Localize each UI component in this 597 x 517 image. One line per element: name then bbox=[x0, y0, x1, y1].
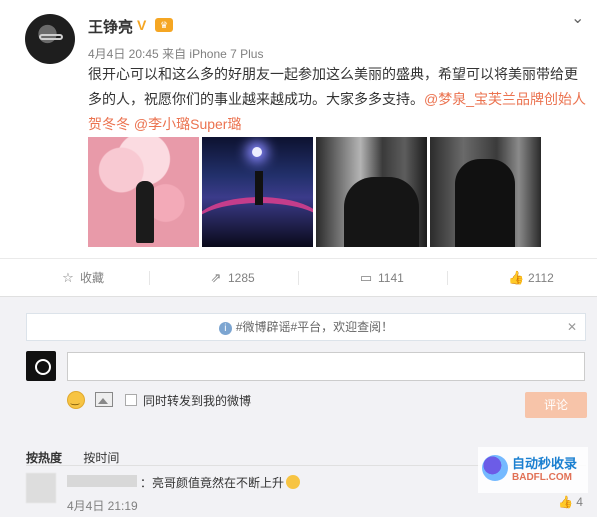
action-divider bbox=[447, 271, 448, 285]
repost-icon: ⇗ bbox=[210, 270, 222, 285]
tab-sort-hot[interactable]: 按热度 bbox=[26, 451, 62, 465]
photo-figure bbox=[136, 181, 154, 243]
post-action-bar: ☆ 收藏 ⇗ 1285 ▭ 1141 👍 2112 bbox=[0, 258, 597, 296]
repost-checkbox[interactable] bbox=[125, 394, 137, 406]
my-avatar[interactable] bbox=[26, 351, 56, 381]
action-divider bbox=[149, 271, 150, 285]
comment-icon: ▭ bbox=[359, 270, 373, 285]
post-date[interactable]: 4月4日 20:45 bbox=[88, 47, 159, 61]
comment-like-button[interactable]: 👍 4 bbox=[558, 495, 583, 509]
favorite-label: 收藏 bbox=[80, 271, 105, 285]
notice-text[interactable]: #微博辟谣#平台，欢迎查阅！ bbox=[236, 320, 393, 334]
repost-checkbox-label[interactable]: 同时转发到我的微博 bbox=[143, 392, 251, 409]
photo-figure bbox=[255, 171, 263, 205]
chevron-down-icon[interactable]: ⌄ bbox=[571, 11, 589, 27]
author-avatar[interactable] bbox=[25, 14, 75, 64]
rumor-notice-banner: i #微博辟谣#平台，欢迎查阅！ ✕ bbox=[26, 313, 586, 341]
stage-light bbox=[252, 147, 262, 157]
watermark-title: 自动秒收录 bbox=[512, 456, 578, 471]
comment-sort-tabs: 按热度 按时间 bbox=[26, 449, 137, 466]
like-count: 2112 bbox=[528, 271, 554, 285]
action-divider bbox=[298, 271, 299, 285]
repost-count: 1285 bbox=[228, 271, 255, 285]
info-icon: i bbox=[218, 322, 232, 335]
photo-thumbnail[interactable] bbox=[430, 137, 541, 247]
author-name[interactable]: 王铮亮 bbox=[88, 16, 133, 37]
thumbs-up-icon: 👍 bbox=[508, 270, 525, 285]
avatar-glasses bbox=[39, 34, 63, 40]
thumbs-up-icon: 👍 bbox=[558, 495, 577, 509]
post-meta: 4月4日 20:45 来自 iPhone 7 Plus bbox=[88, 45, 263, 62]
comment-button[interactable]: ▭ 1141 bbox=[358, 259, 404, 297]
commenter-avatar[interactable] bbox=[26, 473, 56, 503]
comment-input[interactable] bbox=[67, 352, 585, 381]
photo-thumbnail[interactable] bbox=[202, 137, 313, 247]
photo-figure bbox=[344, 177, 419, 247]
submit-comment-button[interactable]: 评论 bbox=[525, 392, 587, 418]
mention-link-2[interactable]: @李小璐Super璐 bbox=[134, 116, 242, 132]
post-from: 来自 bbox=[162, 47, 187, 61]
tab-sort-time[interactable]: 按时间 bbox=[83, 451, 119, 465]
photo-thumbnail[interactable] bbox=[88, 137, 199, 247]
star-icon: ☆ bbox=[62, 270, 74, 285]
emoji-icon bbox=[286, 475, 301, 489]
like-button[interactable]: 👍 2112 bbox=[508, 259, 554, 297]
photo-figure bbox=[455, 159, 515, 247]
weibo-post: 王铮亮 V ♛ ⌄ 4月4日 20:45 来自 iPhone 7 Plus 很开… bbox=[0, 0, 597, 258]
member-crown-icon[interactable]: ♛ bbox=[155, 18, 173, 32]
photo-grid bbox=[88, 137, 588, 247]
comment-body: ：亮哥颜值竟然在不断上升 bbox=[140, 474, 301, 491]
emoji-icon[interactable] bbox=[67, 391, 85, 409]
comment-count: 1141 bbox=[378, 271, 404, 285]
comment-panel: i #微博辟谣#平台，欢迎查阅！ ✕ 同时转发到我的微博 按热度 按时间 ：亮哥颜… bbox=[0, 296, 597, 517]
post-content: 很开心可以和这么多的好朋友一起参加这么美丽的盛典，希望可以将美丽带给更多的人，祝… bbox=[88, 62, 586, 137]
comment-like-count: 4 bbox=[576, 495, 583, 509]
post-device[interactable]: iPhone 7 Plus bbox=[189, 47, 263, 61]
close-icon[interactable]: ✕ bbox=[567, 314, 577, 340]
comment-text: ：亮哥颜值竟然在不断上升 bbox=[140, 476, 285, 490]
watermark-url: BADFL.COM bbox=[512, 472, 572, 483]
commenter-name-blurred[interactable] bbox=[67, 475, 137, 487]
verified-icon: V bbox=[137, 17, 147, 33]
watermark-logo-icon bbox=[482, 455, 508, 481]
photo-thumbnail[interactable] bbox=[316, 137, 427, 247]
repost-button[interactable]: ⇗ 1285 bbox=[208, 259, 255, 297]
favorite-button[interactable]: ☆ 收藏 bbox=[60, 259, 104, 297]
image-icon[interactable] bbox=[95, 392, 113, 407]
watermark: 自动秒收录 BADFL.COM bbox=[478, 447, 588, 493]
comment-time: 4月4日 21:19 bbox=[67, 499, 138, 513]
